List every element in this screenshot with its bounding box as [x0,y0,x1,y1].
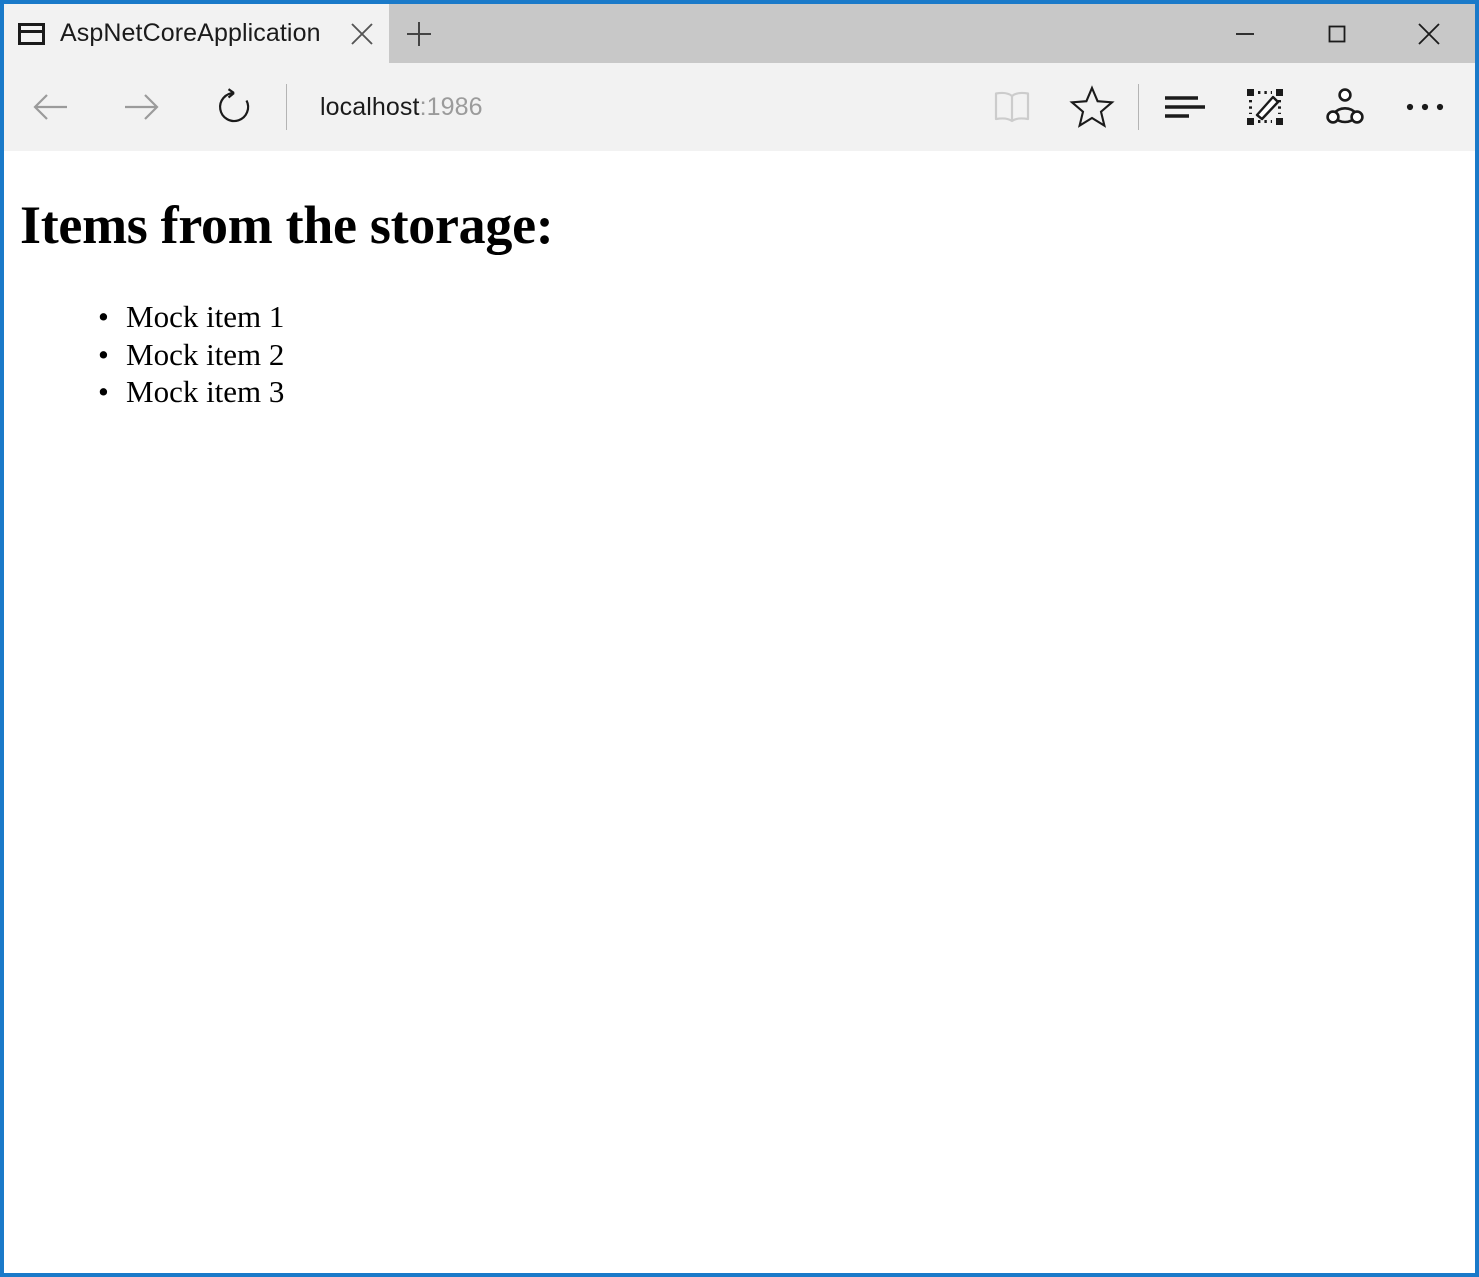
share-icon [1326,88,1364,124]
new-tab-button[interactable] [389,4,449,63]
close-window-button[interactable] [1383,4,1475,63]
pencil-note-icon [1247,89,1283,125]
forward-button[interactable] [96,63,188,151]
hub-lines-icon [1165,96,1205,118]
back-button[interactable] [4,63,96,151]
list-item: Mock item 3 [98,373,1459,410]
toolbar-separator-left [286,84,287,130]
address-host: localhost [320,92,420,121]
book-icon [994,91,1030,123]
hub-button[interactable] [1145,63,1225,151]
browser-window: AspNetCoreApplication localhost:1986 It… [0,0,1479,1277]
page-content: Items from the storage: Mock item 1 Mock… [4,151,1475,1273]
browser-window-icon [18,22,45,45]
browser-toolbar: localhost:1986 [4,63,1475,151]
more-button[interactable] [1385,63,1465,151]
maximize-icon [1328,25,1346,42]
close-tab-button[interactable] [335,4,389,63]
arrow-right-icon [125,94,159,120]
minimize-icon [1236,32,1254,35]
address-port: :1986 [419,92,483,121]
share-button[interactable] [1305,63,1385,151]
favorites-button[interactable] [1052,63,1132,151]
list-item: Mock item 1 [98,298,1459,335]
page-title: Items from the storage: [20,195,554,255]
address-bar[interactable]: localhost:1986 [293,63,972,151]
refresh-button[interactable] [188,63,280,151]
close-icon [1418,22,1440,45]
star-icon [1069,85,1115,128]
toolbar-separator-right [1138,84,1139,130]
tab-title: AspNetCoreApplication [60,19,321,47]
browser-tab[interactable]: AspNetCoreApplication [4,4,389,63]
refresh-icon [219,88,250,123]
window-controls [1199,4,1475,63]
plus-icon [407,21,431,46]
reading-view-button[interactable] [972,63,1052,151]
maximize-button[interactable] [1291,4,1383,63]
ellipsis-icon [1406,103,1444,111]
list-item: Mock item 2 [98,336,1459,373]
titlebar-drag-region [449,4,1199,63]
arrow-left-icon [33,94,67,120]
storage-items-list: Mock item 1 Mock item 2 Mock item 3 [20,298,1459,410]
web-notes-button[interactable] [1225,63,1305,151]
minimize-button[interactable] [1199,4,1291,63]
title-bar: AspNetCoreApplication [4,4,1475,63]
